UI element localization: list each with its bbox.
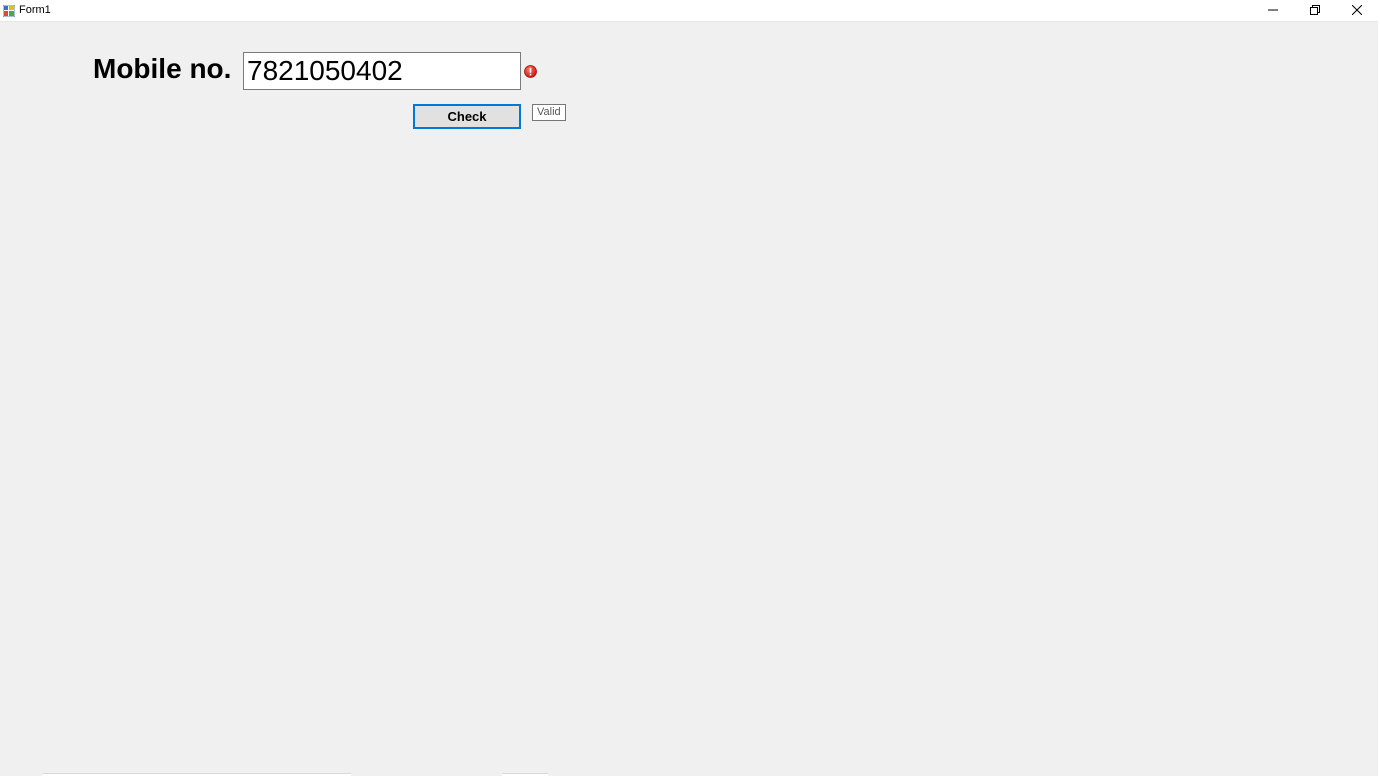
form-window: Form1 Mobile no. 7821050402 Check Valid (0, 0, 1380, 776)
minimize-button[interactable] (1252, 0, 1294, 21)
window-title: Form1 (19, 4, 51, 16)
close-icon (1351, 2, 1363, 20)
restore-button[interactable] (1294, 0, 1336, 21)
minimize-icon (1268, 2, 1278, 20)
close-button[interactable] (1336, 0, 1378, 21)
check-button[interactable]: Check (413, 104, 521, 129)
mobile-input[interactable] (243, 52, 521, 90)
form-app-icon (2, 4, 16, 18)
restore-icon (1310, 2, 1320, 20)
error-icon (524, 65, 537, 78)
title-bar[interactable]: Form1 (0, 0, 1380, 22)
mobile-label: Mobile no. (93, 53, 232, 84)
validation-tooltip: Valid (532, 104, 566, 121)
